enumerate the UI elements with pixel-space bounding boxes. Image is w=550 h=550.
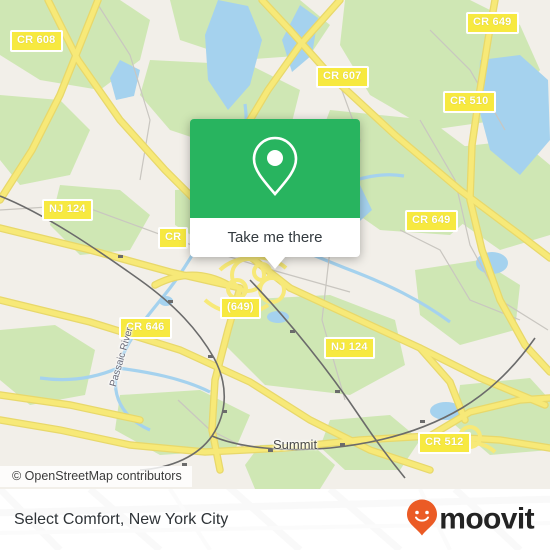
- map-attribution[interactable]: © OpenStreetMap contributors: [0, 466, 192, 487]
- road-shield: CR 608: [10, 30, 63, 52]
- road-shield: NJ 124: [324, 337, 375, 359]
- road-shield: (649): [220, 297, 261, 319]
- road-shield: CR 510: [443, 91, 496, 113]
- road-shield: CR: [158, 227, 189, 249]
- location-popup-card[interactable]: Take me there: [190, 119, 360, 269]
- moovit-smiley-pin-icon: [407, 499, 438, 540]
- moovit-wordmark: moovit: [439, 502, 534, 536]
- road-shield: CR 512: [418, 432, 471, 454]
- road-shield: CR 649: [405, 210, 458, 232]
- road-shield: CR 607: [316, 66, 369, 88]
- take-me-there-label: Take me there: [227, 229, 323, 246]
- popup-icon-area: [190, 119, 360, 218]
- page-title: Select Comfort, New York City: [14, 510, 229, 528]
- map-pin-icon: [249, 134, 301, 203]
- road-shield: CR 649: [466, 12, 519, 34]
- moovit-logo[interactable]: moovit: [407, 499, 535, 540]
- place-label-summit: Summit: [273, 437, 318, 452]
- popup-action-area[interactable]: Take me there: [190, 218, 360, 257]
- road-shield: NJ 124: [42, 199, 93, 221]
- footer-bar: Select Comfort, New York City moovit: [0, 489, 550, 550]
- popup-pointer: [264, 256, 286, 269]
- map-screenshot: CR 608 CR 607 CR 649 CR 510 CR 649 NJ 12…: [0, 0, 550, 550]
